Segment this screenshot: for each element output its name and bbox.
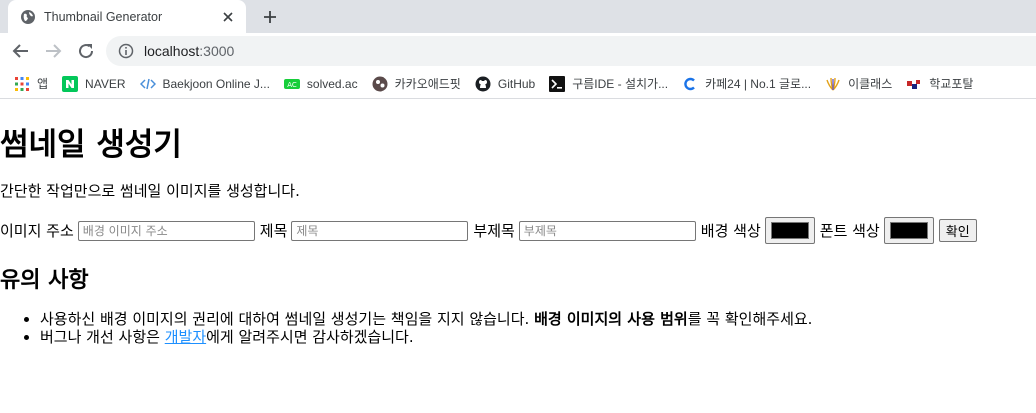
bookmark-label: 앱 [37, 77, 49, 91]
arrow-left-icon [12, 44, 28, 58]
bookmark-label: 구름IDE - 설치가... [572, 77, 669, 91]
title-input[interactable] [291, 220, 469, 241]
subtitle-input[interactable] [518, 220, 696, 241]
image-url-label: 이미지 주소 [0, 222, 74, 240]
address-bar[interactable]: localhost:3000 [106, 36, 1036, 66]
title-label: 제목 [259, 222, 288, 240]
reload-icon [79, 44, 94, 59]
browser-tab[interactable]: Thumbnail Generator [8, 0, 246, 33]
bookmark-label: GitHub [497, 76, 536, 91]
note1-text: 사용하신 배경 이미지의 권리에 대하여 썸네일 생성기는 책임을 지지 않습니… [40, 310, 535, 328]
svg-text:AC: AC [287, 81, 297, 89]
bookmark-cafe24[interactable]: 카페24 | No.1 글로... [682, 75, 811, 92]
school-portal-icon [906, 76, 922, 92]
naver-icon [62, 75, 79, 92]
font-color-swatch [889, 222, 928, 239]
page-title: 썸네일 생성기 [0, 127, 182, 163]
bookmark-goorm-ide[interactable]: 구름IDE - 설치가... [549, 75, 668, 92]
plus-icon [264, 11, 276, 23]
bookmark-naver[interactable]: NAVER [62, 75, 126, 92]
github-icon [475, 76, 491, 92]
bookmark-label: 이클래스 [848, 77, 893, 91]
bookmark-eclass[interactable]: 이클래스 [825, 75, 892, 92]
image-url-input[interactable] [77, 220, 255, 241]
forward-button[interactable] [41, 39, 65, 63]
bookmark-github[interactable]: GitHub [475, 76, 535, 92]
bookmark-kakao-adfit[interactable]: 카카오애드핏 [372, 75, 461, 92]
bookmark-school-portal[interactable]: 학교포탈 [906, 75, 973, 92]
tab-strip: Thumbnail Generator [0, 0, 1036, 33]
bookmark-solvedac[interactable]: AC solved.ac [283, 76, 358, 92]
note2-text: 버그나 개선 사항은 [40, 328, 165, 346]
arrow-right-icon [46, 44, 62, 58]
list-item: 버그나 개선 사항은 개발자에게 알려주시면 감사하겠습니다. [40, 328, 812, 346]
bookmark-label: 카카오애드핏 [394, 77, 461, 91]
page-description: 간단한 작업만으로 썸네일 이미지를 생성합니다. [0, 182, 300, 200]
bookmark-label: 학교포탈 [929, 77, 974, 91]
back-button[interactable] [9, 39, 33, 63]
note1-text-end: 를 꼭 확인해주세요. [687, 310, 813, 328]
reload-button[interactable] [74, 39, 98, 63]
bookmark-label: NAVER [85, 76, 126, 91]
list-item: 사용하신 배경 이미지의 권리에 대하여 썸네일 생성기는 책임을 지지 않습니… [40, 310, 812, 328]
subtitle-label: 부제목 [473, 222, 515, 240]
browser-toolbar: localhost:3000 [0, 33, 1036, 69]
close-tab-icon[interactable] [220, 9, 236, 25]
url-text: localhost:3000 [144, 43, 234, 59]
font-color-picker[interactable] [883, 217, 934, 244]
bookmark-baekjoon[interactable]: Baekjoon Online J... [139, 76, 270, 92]
bg-color-swatch [770, 222, 809, 239]
developer-link[interactable]: 개발자 [165, 328, 206, 346]
bookmark-apps[interactable]: 앱 [14, 75, 48, 92]
baekjoon-icon [139, 76, 156, 92]
eclass-icon [825, 76, 841, 92]
notes-list: 사용하신 배경 이미지의 권리에 대하여 썸네일 생성기는 책임을 지지 않습니… [0, 310, 812, 346]
url-port: :3000 [199, 43, 235, 59]
thumbnail-form: 이미지 주소 제목 부제목 배경 색상 폰트 색상 확인 [0, 217, 977, 244]
font-color-label: 폰트 색상 [819, 222, 880, 240]
apps-grid-icon [14, 76, 30, 92]
tab-title: Thumbnail Generator [44, 9, 163, 24]
bookmarks-bar: 앱 NAVER Baekjoon Online J... AC solved.a… [0, 69, 1036, 99]
note2-text-end: 에게 알려주시면 감사하겠습니다. [206, 328, 414, 346]
kakao-adfit-icon [372, 76, 388, 92]
bookmark-label: Baekjoon Online J... [162, 76, 270, 91]
cafe24-icon [682, 76, 698, 92]
bg-color-picker[interactable] [764, 217, 815, 244]
solvedac-icon: AC [283, 76, 300, 92]
confirm-button[interactable]: 확인 [938, 219, 977, 242]
url-host: localhost [144, 43, 200, 59]
bg-color-label: 배경 색상 [700, 222, 761, 240]
info-icon[interactable] [118, 43, 134, 59]
page-content: 썸네일 생성기 간단한 작업만으로 썸네일 이미지를 생성합니다. 이미지 주소… [0, 100, 1036, 413]
globe-icon [20, 9, 36, 25]
bookmark-label: solved.ac [306, 76, 358, 91]
goorm-ide-icon [549, 75, 566, 92]
bookmark-label: 카페24 | No.1 글로... [705, 77, 812, 91]
notes-heading: 유의 사항 [0, 268, 89, 293]
note1-bold-text: 배경 이미지의 사용 범위 [534, 310, 688, 328]
new-tab-button[interactable] [258, 5, 282, 29]
